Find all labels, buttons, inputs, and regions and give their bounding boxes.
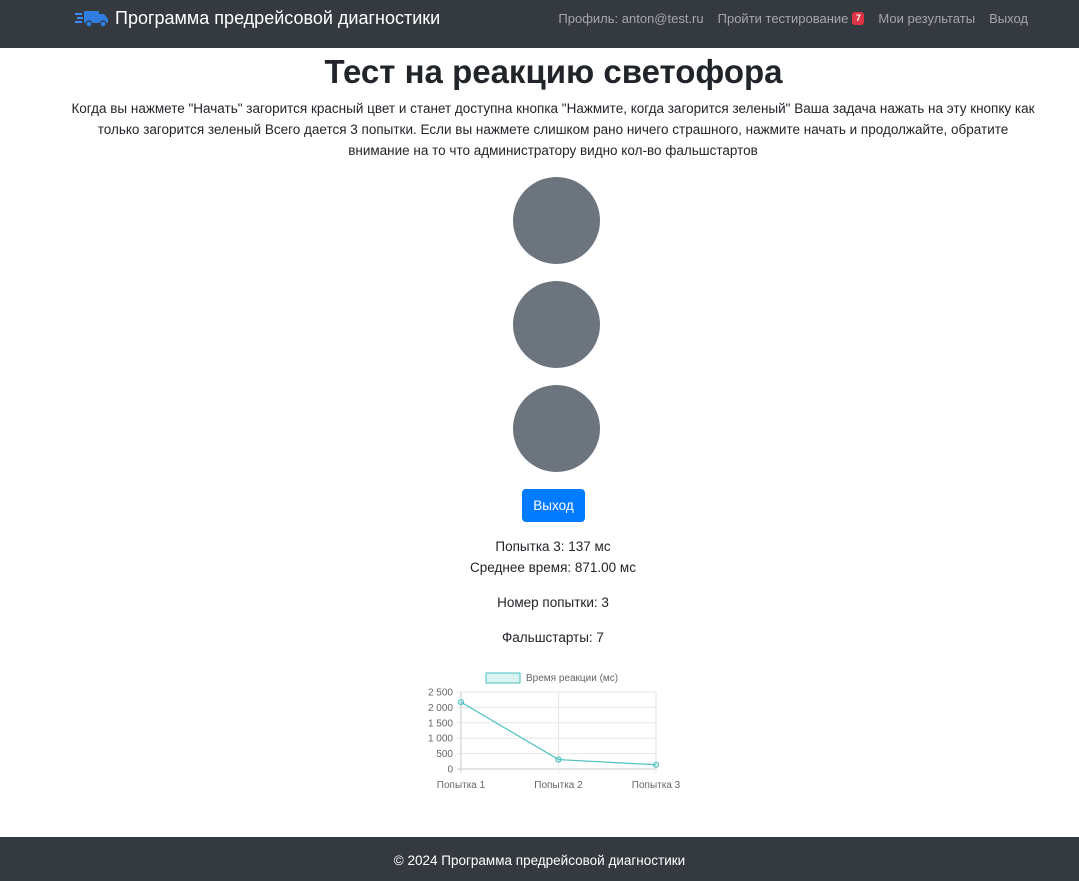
y-tick-label: 1 500 <box>428 718 453 729</box>
average-time: Среднее время: 871.00 мс <box>470 560 636 575</box>
test-description: Когда вы нажмете "Начать" загорится крас… <box>71 101 1035 158</box>
false-starts: Фальшстарты: 7 <box>502 630 604 645</box>
x-tick-label: Попытка 2 <box>534 780 583 791</box>
reaction-time-chart: Время реакции (мс) 2 500 2 000 1 500 1 000 5… <box>428 672 681 791</box>
brand-link[interactable]: Программа предрейсовой диагностики <box>75 6 440 30</box>
navbar: Программа предрейсовой диагностики Профи… <box>0 0 1079 48</box>
nav-my-results[interactable]: Мои результаты <box>878 11 975 26</box>
nav-logout[interactable]: Выход <box>989 11 1028 26</box>
attempt-number: Номер попытки: 3 <box>497 595 609 610</box>
y-tick-label: 2 500 <box>428 688 453 699</box>
page-title: Тест на реакцию светофора <box>324 53 783 90</box>
traffic-light-middle <box>513 281 600 368</box>
y-tick-label: 2 000 <box>428 703 453 714</box>
exit-button[interactable]: Выход <box>522 489 585 522</box>
footer-copyright: © 2024 Программа предрейсовой диагностик… <box>393 853 686 868</box>
nav-take-test[interactable]: Пройти тестирование 7 <box>718 11 865 26</box>
data-point <box>555 756 562 763</box>
nav-take-test-label: Пройти тестирование <box>717 10 849 26</box>
test-count-badge: 7 <box>852 11 865 25</box>
x-tick-label: Попытка 3 <box>632 780 681 791</box>
x-tick-label: Попытка 1 <box>437 780 486 791</box>
data-point <box>652 761 660 768</box>
y-tick-label: 0 <box>447 765 453 776</box>
legend-label: Время реакции (мс) <box>526 673 618 684</box>
brand-title: Программа предрейсовой диагностики <box>115 7 441 28</box>
y-tick-label: 500 <box>436 749 453 760</box>
truck-icon <box>75 11 108 28</box>
nav-profile[interactable]: Профиль: anton@test.ru <box>558 11 703 26</box>
data-point <box>457 699 465 706</box>
traffic-light-top <box>513 177 600 264</box>
footer: © 2024 Программа предрейсовой диагностик… <box>0 837 1079 881</box>
y-tick-label: 1 000 <box>428 734 453 745</box>
attempt-result: Попытка 3: 137 мс <box>495 539 611 554</box>
legend-swatch <box>485 672 521 684</box>
nav-menu: Профиль: anton@test.ru Пройти тестирован… <box>558 10 1028 26</box>
traffic-light-bottom <box>513 385 600 472</box>
